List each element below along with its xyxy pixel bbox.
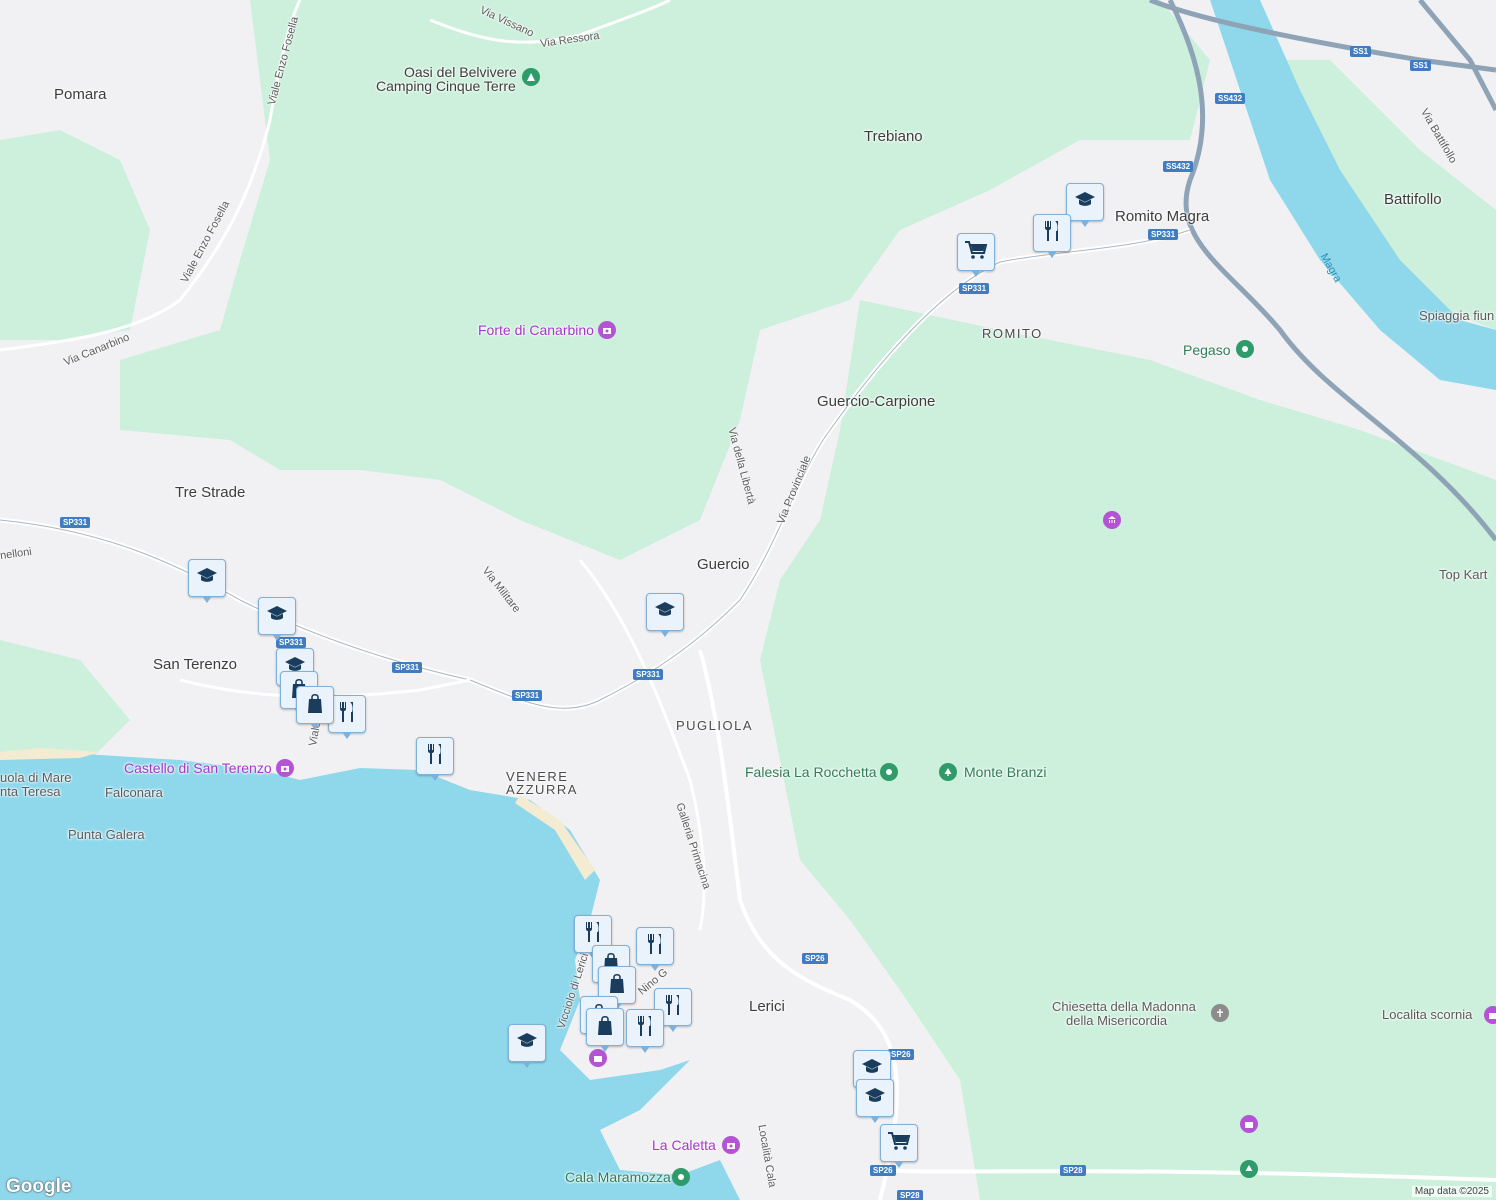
forest-area: [0, 640, 130, 760]
poi-label-la-caletta[interactable]: La Caletta: [652, 1137, 716, 1153]
road-shield: SS432: [1163, 161, 1194, 172]
shopping-marker[interactable]: [296, 686, 334, 730]
church-cross-icon[interactable]: [1211, 1004, 1229, 1022]
graduation-cap-icon: [864, 1087, 886, 1110]
road-shield: SP331: [60, 517, 91, 528]
place-label-scuola-2: nta Teresa: [0, 784, 61, 799]
place-label-guercio: Guercio: [697, 556, 750, 573]
graduation-cap-icon: [1074, 191, 1096, 214]
place-label-pomara: Pomara: [54, 86, 107, 103]
map-attribution[interactable]: Map data ©2025: [1411, 1186, 1492, 1197]
road: [578, 559, 706, 931]
place-label-spiaggia: Spiaggia fiun: [1419, 308, 1495, 323]
graduation-cap-icon: [654, 601, 676, 624]
restaurant-marker[interactable]: [416, 737, 454, 781]
road-shield: SP26: [802, 953, 828, 964]
museum-icon[interactable]: [1103, 511, 1121, 529]
road-shield: SP331: [959, 283, 990, 294]
fork-knife-icon: [338, 701, 356, 728]
road-shield: SP331: [633, 669, 664, 680]
place-label-tre-strade: Tre Strade: [175, 484, 246, 501]
highway-road: [1418, 0, 1496, 112]
graduation-cap-icon: [861, 1058, 883, 1081]
school-marker[interactable]: [646, 593, 684, 637]
poi-label-monte-branzi[interactable]: Monte Branzi: [964, 764, 1046, 780]
fork-knife-icon: [636, 1015, 654, 1042]
poi-label-cala-maramozza[interactable]: Cala Maramozza: [565, 1169, 671, 1185]
place-label-scuola-1: uola di Mare: [0, 770, 72, 785]
fork-knife-icon: [584, 921, 602, 948]
road-shield: SS1: [1350, 46, 1372, 57]
school-marker[interactable]: [508, 1024, 546, 1068]
poi-label-oasi: Camping Cinque Terre: [376, 78, 516, 94]
grocery-marker[interactable]: [880, 1124, 918, 1168]
school-marker[interactable]: [188, 559, 226, 603]
place-label-san-terenzo: San Terenzo: [153, 656, 237, 673]
shopping-marker[interactable]: [586, 1008, 624, 1052]
poi-label-castello[interactable]: Castello di San Terenzo: [124, 760, 272, 776]
map-canvas[interactable]: Pomara Trebiano Romito Magra Battifollo …: [0, 0, 1496, 1200]
poi-label-falesia[interactable]: Falesia La Rocchetta: [745, 764, 877, 780]
road-shield: SP331: [392, 662, 423, 673]
landmark-camera-icon[interactable]: [276, 759, 294, 777]
fork-knife-icon: [646, 933, 664, 960]
restaurant-marker[interactable]: [626, 1009, 664, 1053]
shopping-bag-icon: [608, 972, 626, 999]
road-shield: SP26: [888, 1049, 914, 1060]
place-label-localita-scornia: Localita scornia: [1382, 1007, 1473, 1022]
place-label-battifollo: Battifollo: [1384, 191, 1442, 208]
district-label-pugliola: PUGLIOLA: [676, 718, 754, 733]
graduation-cap-icon: [196, 567, 218, 590]
place-label-top-kart: Top Kart: [1439, 567, 1488, 582]
road-shield: SP331: [1148, 229, 1179, 240]
landmark-camera-icon[interactable]: [1240, 1115, 1258, 1133]
road-shield: SP26: [870, 1165, 896, 1176]
fork-knife-icon: [664, 994, 682, 1021]
district-label-romito: ROMITO: [982, 326, 1043, 341]
place-label-falconara: Falconara: [105, 785, 163, 800]
shopping-cart-icon: [887, 1131, 911, 1156]
fork-knife-icon: [426, 743, 444, 770]
road-shield: SP28: [897, 1190, 923, 1200]
poi-label-chiesetta[interactable]: della Misericordia: [1066, 1013, 1167, 1028]
map-base-layer: [0, 0, 1496, 1200]
road-shield: SS1: [1410, 60, 1432, 71]
landmark-camera-icon[interactable]: [1484, 1006, 1496, 1024]
fork-knife-icon: [1043, 220, 1061, 247]
tree-icon[interactable]: [939, 763, 957, 781]
shopping-bag-icon: [306, 692, 324, 719]
graduation-cap-icon: [266, 605, 288, 628]
restaurant-marker[interactable]: [636, 927, 674, 971]
poi-label-forte[interactable]: Forte di Canarbino: [478, 322, 594, 338]
grocery-marker[interactable]: [957, 233, 995, 277]
school-marker[interactable]: [1066, 183, 1104, 227]
graduation-cap-icon: [516, 1032, 538, 1055]
google-logo: Google: [6, 1176, 72, 1197]
poi-label-pegaso[interactable]: Pegaso: [1183, 342, 1230, 358]
place-label-trebiano: Trebiano: [864, 128, 923, 145]
place-pin-icon[interactable]: [1236, 340, 1254, 358]
place-label-lerici: Lerici: [749, 998, 785, 1015]
climbing-icon[interactable]: [880, 763, 898, 781]
poi-label-chiesetta[interactable]: Chiesetta della Madonna: [1052, 999, 1196, 1014]
road-shield: SP28: [1060, 1165, 1086, 1176]
shopping-cart-icon: [964, 240, 988, 265]
road-shield: SP331: [512, 690, 543, 701]
restaurant-marker[interactable]: [1033, 214, 1071, 258]
camping-icon[interactable]: [522, 68, 540, 86]
school-marker[interactable]: [856, 1079, 894, 1123]
place-label-romito-magra: Romito Magra: [1115, 208, 1210, 225]
tree-icon[interactable]: [1240, 1160, 1258, 1178]
school-marker[interactable]: [258, 597, 296, 641]
district-label-venere-2: AZZURRA: [506, 782, 578, 797]
road-shield: SS432: [1215, 93, 1246, 104]
shopping-bag-icon: [596, 1014, 614, 1041]
place-label-guercio-carpione: Guercio-Carpione: [817, 393, 936, 410]
place-label-punta-galera: Punta Galera: [68, 827, 145, 842]
place-pin-icon[interactable]: [672, 1168, 690, 1186]
forest-area: [0, 130, 150, 340]
landmark-camera-icon[interactable]: [722, 1136, 740, 1154]
landmark-camera-icon[interactable]: [598, 321, 616, 339]
